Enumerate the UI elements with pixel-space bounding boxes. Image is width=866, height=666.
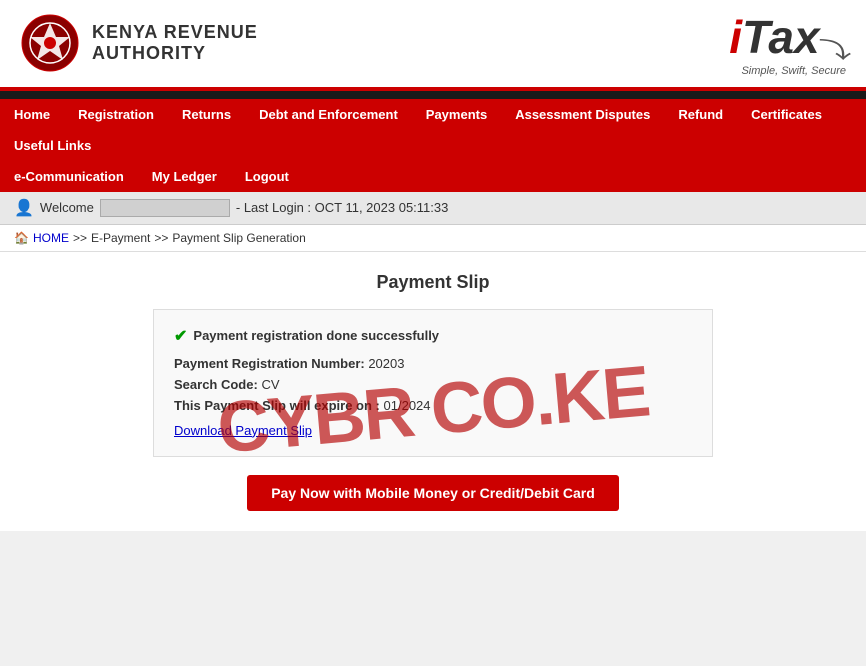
breadcrumb-current: Payment Slip Generation [172,231,305,245]
itax-brand-tax: Tax [742,11,820,63]
nav-payments[interactable]: Payments [412,99,501,130]
nav-row-2: e-Communication My Ledger Logout [0,161,866,192]
reg-number-row: Payment Registration Number: 20203 [174,356,692,371]
expiry-label: This Payment Slip will expire on : [174,398,380,413]
breadcrumb-sep1: >> [73,231,87,245]
success-message: Payment registration done successfully [193,328,439,343]
itax-brand-i: i [729,11,742,63]
nav-returns[interactable]: Returns [168,99,245,130]
black-divider [0,91,866,99]
itax-logo: iTax ⤵ Simple, Swift, Secure [729,10,846,77]
pay-now-button[interactable]: Pay Now with Mobile Money or Credit/Debi… [247,475,619,511]
nav-row-1: Home Registration Returns Debt and Enfor… [0,99,866,161]
nav-refund[interactable]: Refund [664,99,737,130]
org-name: Kenya Revenue Authority [92,22,258,65]
nav-assessment-disputes[interactable]: Assessment Disputes [501,99,664,130]
home-icon: 🏠 [14,231,29,245]
header: Kenya Revenue Authority iTax ⤵ Simple, S… [0,0,866,91]
nav-useful-links[interactable]: Useful Links [0,130,105,161]
breadcrumb-sep2: >> [154,231,168,245]
user-icon: 👤 [14,198,34,218]
search-code-row: Search Code: CV [174,377,692,392]
welcome-label: Welcome [40,200,94,215]
reg-number-value: 20203 [368,356,404,371]
content-wrapper: CYBR CO.KE ✔ Payment registration done s… [20,309,846,511]
page-title: Payment Slip [20,272,846,293]
search-code-value: CV [261,377,279,392]
welcome-bar: 👤 Welcome - Last Login : OCT 11, 2023 05… [0,192,866,225]
pay-button-wrapper: Pay Now with Mobile Money or Credit/Debi… [20,475,846,511]
breadcrumb: 🏠 HOME >> E-Payment >> Payment Slip Gene… [0,225,866,252]
expiry-value: 01/2024 [384,398,431,413]
download-payment-slip-link[interactable]: Download Payment Slip [174,423,312,438]
kra-logo-icon [20,13,80,73]
nav-logout[interactable]: Logout [231,161,303,192]
last-login-text: - Last Login : OCT 11, 2023 05:11:33 [236,200,448,215]
expiry-row: This Payment Slip will expire on : 01/20… [174,398,692,413]
org-name-line2: Authority [92,43,258,65]
success-icon: ✔ [174,326,187,346]
nav-home[interactable]: Home [0,99,64,130]
nav-my-ledger[interactable]: My Ledger [138,161,231,192]
success-header: ✔ Payment registration done successfully [174,326,692,346]
tagline: Simple, Swift, Secure [729,65,846,77]
nav-e-communication[interactable]: e-Communication [0,161,138,192]
nav-certificates[interactable]: Certificates [737,99,836,130]
nav-debt-enforcement[interactable]: Debt and Enforcement [245,99,412,130]
main-content: Payment Slip CYBR CO.KE ✔ Payment regist… [0,252,866,531]
username-display [100,199,230,217]
itax-swoosh-icon: ⤵ [818,33,851,65]
org-name-line1: Kenya Revenue [92,22,258,44]
breadcrumb-epayment: E-Payment [91,231,150,245]
logo-section: Kenya Revenue Authority [20,13,258,73]
nav-registration[interactable]: Registration [64,99,168,130]
breadcrumb-home[interactable]: HOME [33,231,69,245]
reg-number-label: Payment Registration Number: [174,356,365,371]
search-code-label: Search Code: [174,377,258,392]
success-box: ✔ Payment registration done successfully… [153,309,713,457]
